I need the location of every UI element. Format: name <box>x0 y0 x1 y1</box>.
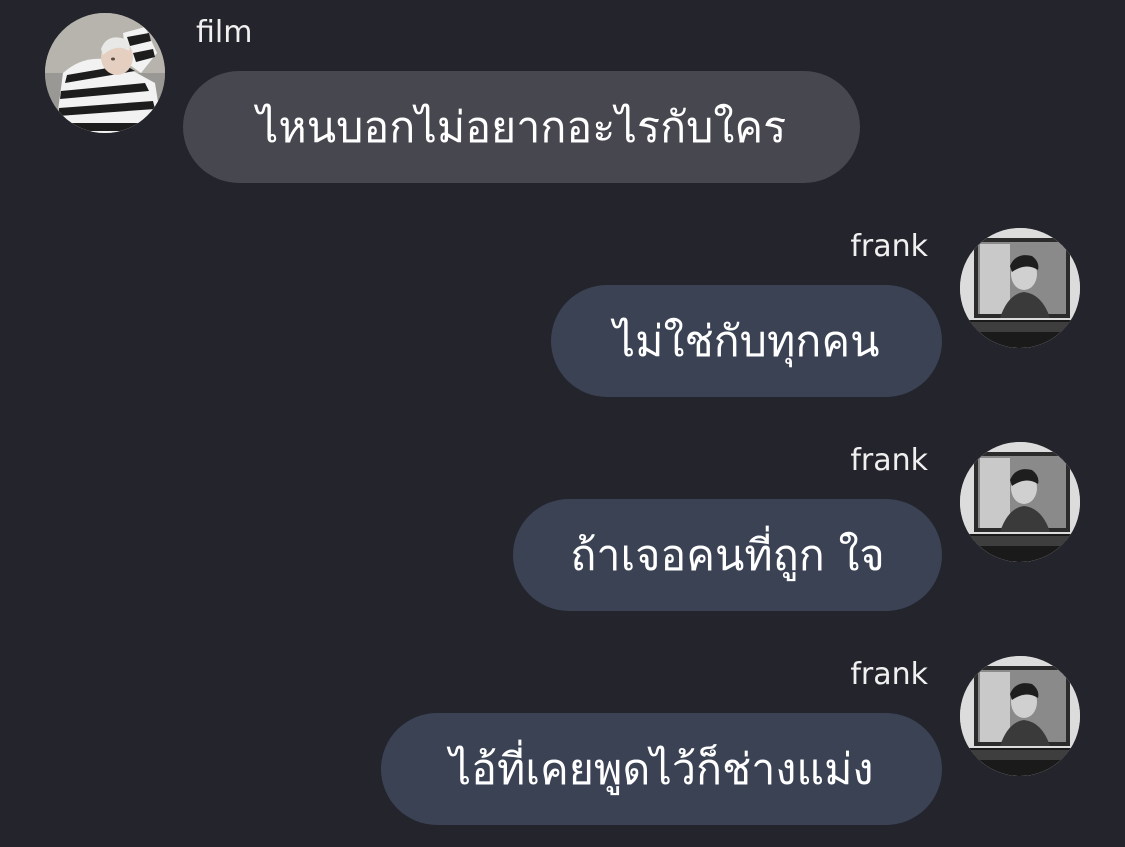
message-incoming: film ไหนบอกไม่อยากอะไรกับใคร <box>0 0 1125 200</box>
sender-name-film: film <box>196 15 253 50</box>
frank-profile-photo-icon <box>960 442 1080 562</box>
avatar-film[interactable] <box>45 13 165 133</box>
message-bubble[interactable]: ถ้าเจอคนที่ถูก ใจ <box>513 499 942 611</box>
message-bubble[interactable]: ไหนบอกไม่อยากอะไรกับใคร <box>183 71 860 183</box>
frank-profile-photo-icon <box>960 228 1080 348</box>
message-bubble[interactable]: ไอ้ที่เคยพูดไว้ก็ช่างแม่ง <box>381 713 942 825</box>
message-outgoing: frank ไม่ใช่กับทุกคน <box>0 214 1125 414</box>
frank-profile-photo-icon <box>960 656 1080 776</box>
film-profile-photo-icon <box>45 13 165 133</box>
avatar-frank[interactable] <box>960 228 1080 348</box>
sender-name-frank: frank <box>850 657 928 692</box>
message-text: ไม่ใช่กับทุกคน <box>613 317 880 367</box>
sender-name-frank: frank <box>850 443 928 478</box>
message-outgoing: frank ไอ้ที่เคยพูดไว้ก็ช่างแม่ง <box>0 642 1125 847</box>
message-text: ไหนบอกไม่อยากอะไรกับใคร <box>256 103 787 153</box>
sender-name-frank: frank <box>850 229 928 264</box>
message-outgoing: frank ถ้าเจอคนที่ถูก ใจ <box>0 428 1125 628</box>
message-text: ไอ้ที่เคยพูดไว้ก็ช่างแม่ง <box>449 745 874 795</box>
message-text: ถ้าเจอคนที่ถูก ใจ <box>570 531 885 581</box>
message-bubble[interactable]: ไม่ใช่กับทุกคน <box>551 285 942 397</box>
avatar-frank[interactable] <box>960 442 1080 562</box>
avatar-frank[interactable] <box>960 656 1080 776</box>
